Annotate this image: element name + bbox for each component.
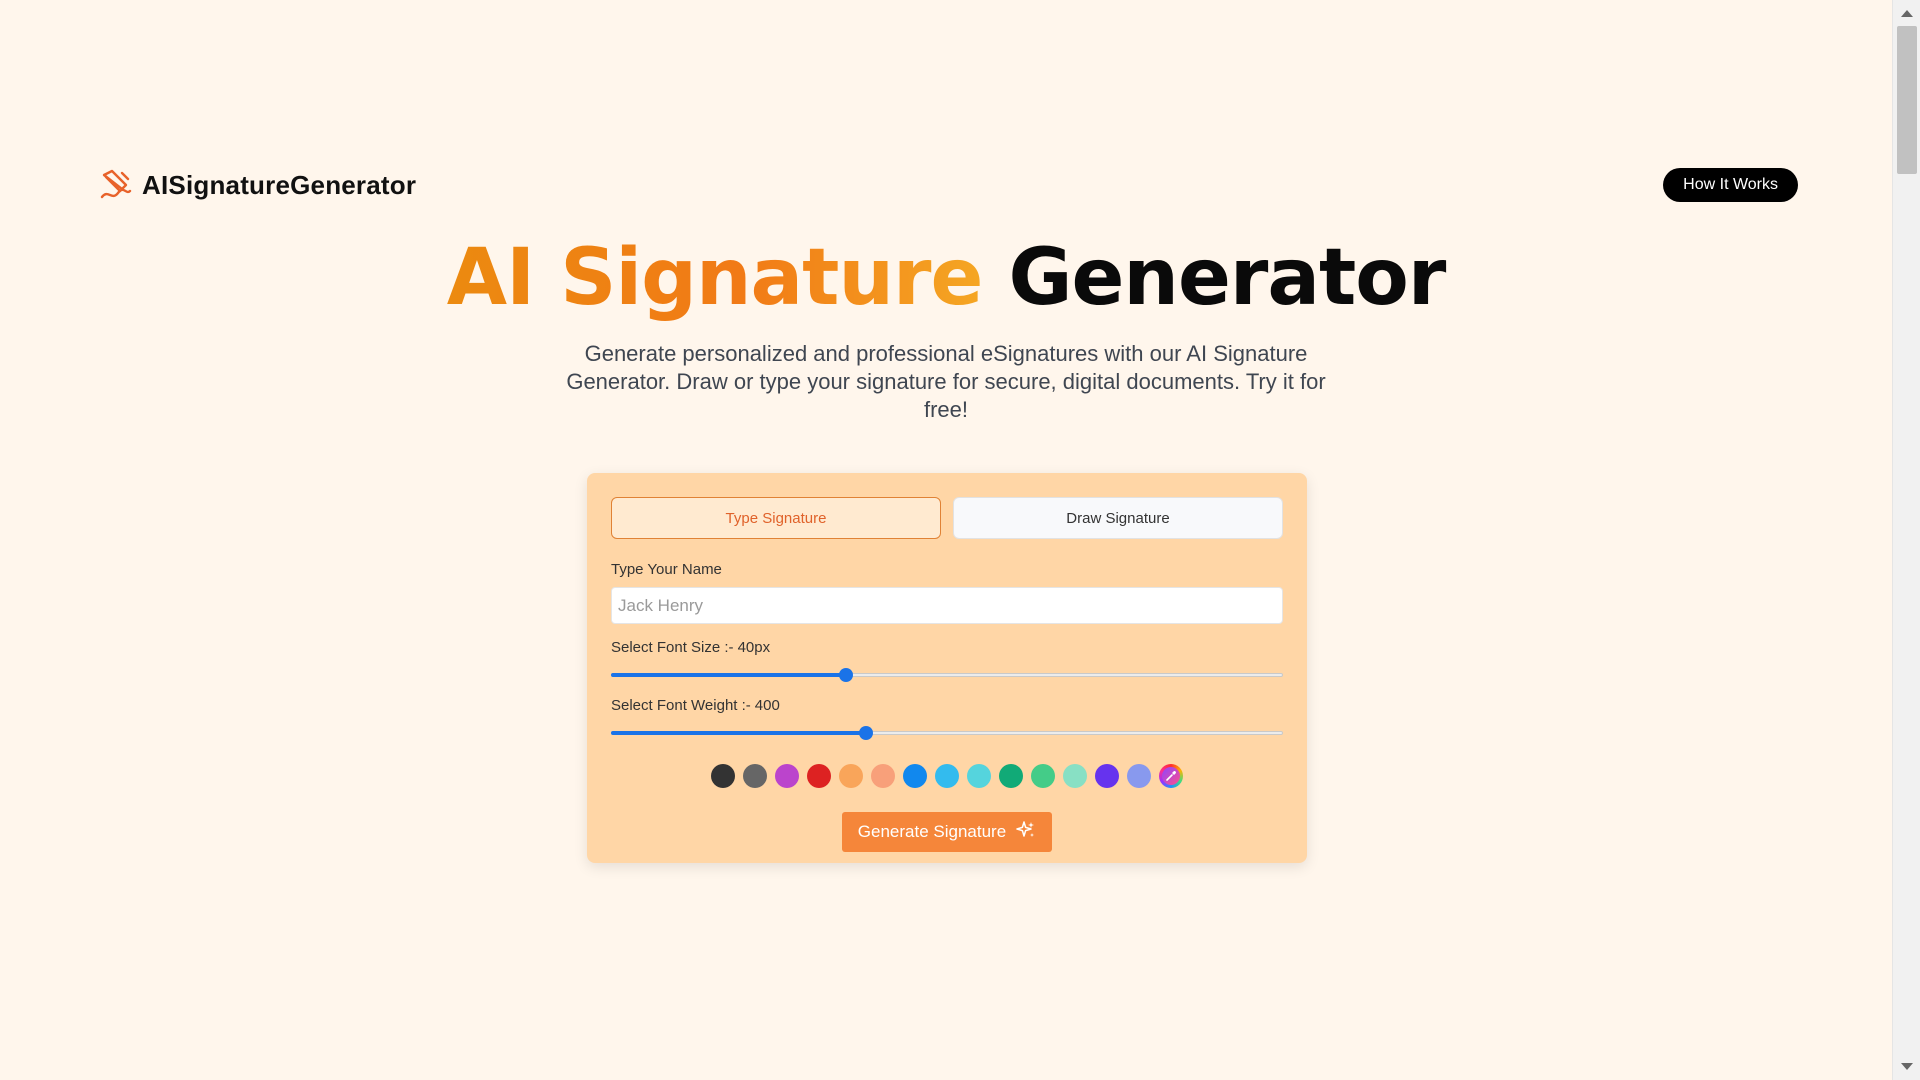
sparkle-icon	[1016, 820, 1036, 845]
name-input[interactable]	[611, 587, 1283, 624]
signature-card: Type Signature Draw Signature Type Your …	[587, 473, 1307, 863]
scrollbar-thumb[interactable]	[1897, 26, 1917, 174]
color-swatch-4[interactable]	[807, 764, 831, 788]
font-size-slider-thumb[interactable]	[839, 668, 854, 682]
font-size-slider[interactable]	[611, 668, 1283, 682]
font-size-label-text: Select Font Size :-	[611, 639, 734, 656]
color-swatch-1[interactable]	[711, 764, 735, 788]
font-size-value: 40px	[737, 639, 771, 656]
signature-mode-tabs: Type Signature Draw Signature	[611, 497, 1283, 539]
color-swatch-6[interactable]	[871, 764, 895, 788]
signature-pen-logo-icon	[98, 167, 134, 203]
font-weight-slider-thumb[interactable]	[859, 726, 874, 740]
brand[interactable]: AISignatureGenerator	[98, 167, 416, 203]
page-title: AI Signature Generator	[0, 233, 1892, 323]
color-swatch-2[interactable]	[743, 764, 767, 788]
color-swatch-12[interactable]	[1063, 764, 1087, 788]
color-swatch-11[interactable]	[1031, 764, 1055, 788]
font-size-label: Select Font Size :- 40px	[611, 639, 1283, 656]
tab-draw-signature[interactable]: Draw Signature	[953, 497, 1283, 539]
scroll-down-arrow-icon[interactable]	[1901, 1063, 1913, 1070]
color-picker-button	[1162, 767, 1180, 785]
page-title-rest: Generator	[1008, 233, 1447, 323]
header: AISignatureGenerator How It Works	[98, 165, 1798, 205]
page-scrollbar[interactable]	[1892, 0, 1920, 1080]
color-swatch-7[interactable]	[903, 764, 927, 788]
font-weight-slider[interactable]	[611, 726, 1283, 740]
color-swatch-10[interactable]	[999, 764, 1023, 788]
generate-signature-label: Generate Signature	[857, 822, 1007, 841]
font-weight-value: 400	[754, 697, 780, 714]
font-weight-label-text: Select Font Weight :-	[611, 697, 751, 714]
name-field-label: Type Your Name	[611, 561, 722, 578]
how-it-works-button[interactable]: How It Works	[1663, 168, 1798, 202]
font-weight-label: Select Font Weight :- 400	[611, 697, 1283, 714]
color-swatch-8[interactable]	[935, 764, 959, 788]
generate-signature-button[interactable]: Generate Signature	[841, 812, 1053, 852]
page-title-accent: AI Signature	[446, 233, 984, 323]
color-swatch-13[interactable]	[1095, 764, 1119, 788]
scroll-up-arrow-icon[interactable]	[1901, 10, 1913, 17]
color-swatch-5[interactable]	[839, 764, 863, 788]
color-swatch-14[interactable]	[1127, 764, 1151, 788]
color-swatch-3[interactable]	[775, 764, 799, 788]
color-swatches	[611, 764, 1283, 788]
eyedropper-icon[interactable]	[1159, 764, 1183, 788]
page: AISignatureGenerator How It Works AI Sig…	[0, 0, 1920, 1080]
font-size-slider-fill	[611, 673, 847, 677]
color-swatch-9[interactable]	[967, 764, 991, 788]
page-subtitle: Generate personalized and professional e…	[566, 341, 1326, 422]
generate-wrap: Generate Signature	[611, 812, 1283, 852]
brand-name: AISignatureGenerator	[142, 169, 417, 200]
font-weight-slider-fill	[611, 731, 867, 735]
tab-type-signature[interactable]: Type Signature	[611, 497, 941, 539]
